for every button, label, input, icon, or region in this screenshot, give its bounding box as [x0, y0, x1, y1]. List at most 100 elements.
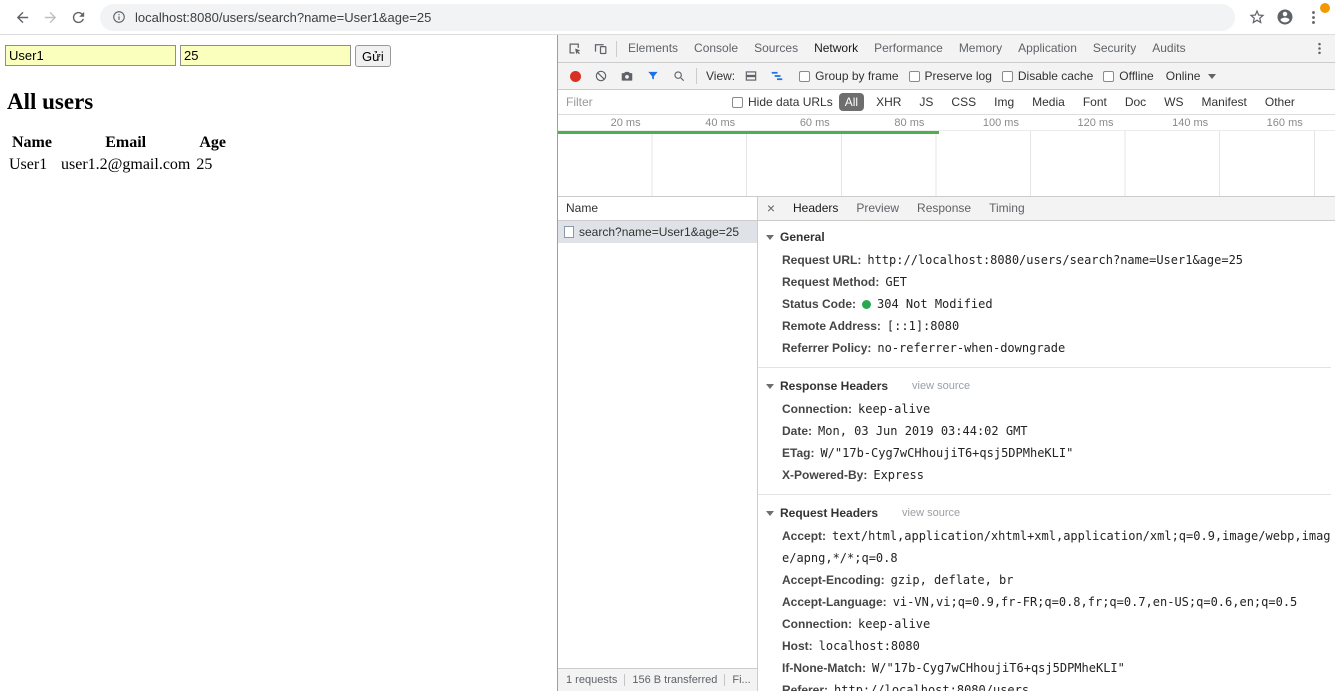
header-x-powered-by: X-Powered-By: Express [782, 468, 924, 482]
group-by-frame-checkbox[interactable]: Group by frame [799, 69, 899, 83]
section-general[interactable]: General [764, 225, 1331, 249]
view-label: View: [706, 69, 736, 83]
filter-pill-doc[interactable]: Doc [1119, 93, 1152, 111]
header-date: Date: Mon, 03 Jun 2019 03:44:02 GMT [782, 424, 1028, 438]
timeline-tick: 100 ms [982, 117, 1019, 129]
device-toolbar-button[interactable] [587, 36, 613, 62]
network-filter-bar: Hide data URLs All XHR JS CSS Img Media … [558, 90, 1335, 115]
overview-toggle-button[interactable] [765, 64, 789, 88]
requests-empty-area [558, 243, 757, 668]
bookmark-star-button[interactable] [1243, 3, 1271, 31]
search-button[interactable] [667, 64, 691, 88]
header-connection-req: Connection: keep-alive [782, 617, 931, 631]
star-icon [1249, 9, 1265, 24]
submit-button[interactable]: Gửi [355, 45, 391, 67]
disable-cache-checkbox[interactable]: Disable cache [1001, 69, 1093, 83]
detail-tab-preview[interactable]: Preview [847, 197, 908, 220]
timeline-grid[interactable] [558, 131, 1335, 196]
network-summary-bar: 1 requests 156 B transferred Fi... [558, 668, 757, 691]
inspect-button[interactable] [561, 36, 587, 62]
view-source-link[interactable]: view source [902, 507, 960, 519]
detail-tab-timing[interactable]: Timing [980, 197, 1034, 220]
filter-input[interactable] [566, 95, 726, 109]
tab-memory[interactable]: Memory [951, 35, 1010, 62]
site-info-icon[interactable] [112, 10, 126, 24]
browser-toolbar: localhost:8080/users/search?name=User1&a… [0, 0, 1335, 35]
requests-name-column-header[interactable]: Name [558, 197, 757, 221]
search-icon [674, 71, 685, 82]
header-request-url: Request URL: http://localhost:8080/users/… [782, 253, 1244, 267]
filter-pill-font[interactable]: Font [1077, 93, 1113, 111]
screenshot-button[interactable] [615, 64, 639, 88]
section-divider [758, 494, 1331, 495]
request-row[interactable]: search?name=User1&age=25 [558, 221, 757, 243]
filter-pill-xhr[interactable]: XHR [870, 93, 907, 111]
devtools-menu-button[interactable] [1306, 36, 1332, 62]
profile-button[interactable] [1271, 3, 1299, 31]
clear-button[interactable] [589, 64, 613, 88]
filter-pill-ws[interactable]: WS [1158, 93, 1189, 111]
avatar-icon [1277, 9, 1293, 25]
tab-audits[interactable]: Audits [1144, 35, 1193, 62]
separator [616, 40, 617, 57]
detail-tab-response[interactable]: Response [908, 197, 980, 220]
hide-data-urls-checkbox[interactable]: Hide data URLs [732, 95, 833, 109]
waterfall-icon [771, 71, 783, 81]
cell-age: 25 [196, 156, 213, 173]
timeline-overview[interactable]: 20 ms 40 ms 60 ms 80 ms 100 ms 120 ms 14… [558, 115, 1335, 197]
filter-pill-js[interactable]: JS [913, 93, 939, 111]
offline-checkbox[interactable]: Offline [1103, 69, 1154, 83]
chevron-down-icon [1208, 73, 1217, 79]
timeline-tick: 160 ms [1266, 117, 1303, 129]
header-referrer-policy: Referrer Policy: no-referrer-when-downgra… [782, 341, 1066, 355]
filter-pill-other[interactable]: Other [1259, 93, 1301, 111]
checkbox-icon [799, 70, 811, 82]
cell-name: User1 [9, 156, 48, 173]
headers-content: General Request URL: http://localhost:808… [758, 221, 1335, 691]
header-accept-language: Accept-Language: vi-VN,vi;q=0.9,fr-FR;q=0… [782, 595, 1298, 609]
kebab-menu-icon [1311, 10, 1315, 24]
reload-button[interactable] [64, 3, 92, 31]
tab-elements[interactable]: Elements [620, 35, 686, 62]
section-request-headers[interactable]: Request Headers view source [764, 501, 1331, 525]
section-response-headers[interactable]: Response Headers view source [764, 374, 1331, 398]
requests-list: Name search?name=User1&age=25 1 requests… [558, 197, 758, 691]
tab-performance[interactable]: Performance [866, 35, 951, 62]
throttling-value: Online [1165, 69, 1201, 83]
timeline-green-bar [558, 131, 939, 134]
reload-icon [72, 11, 84, 23]
view-source-link[interactable]: view source [912, 380, 970, 392]
camera-icon [621, 71, 633, 81]
filter-pill-all[interactable]: All [838, 93, 865, 111]
timeline-tick: 120 ms [1077, 117, 1114, 129]
triangle-down-icon [766, 383, 774, 389]
triangle-down-icon [766, 234, 774, 240]
record-button[interactable] [563, 64, 587, 88]
detail-tab-headers[interactable]: Headers [784, 197, 847, 220]
rows-icon [745, 71, 757, 81]
filter-pill-img[interactable]: Img [988, 93, 1020, 111]
tab-sources[interactable]: Sources [746, 35, 806, 62]
filter-toggle-button[interactable] [641, 64, 665, 88]
tab-application[interactable]: Application [1010, 35, 1085, 62]
separator [696, 68, 697, 84]
large-rows-button[interactable] [739, 64, 763, 88]
filter-pill-media[interactable]: Media [1026, 93, 1071, 111]
name-input[interactable] [5, 45, 176, 66]
tab-security[interactable]: Security [1085, 35, 1144, 62]
timeline-tick: 40 ms [705, 117, 736, 129]
filter-pill-css[interactable]: CSS [945, 93, 982, 111]
header-connection: Connection: keep-alive [782, 402, 931, 416]
browser-menu-button[interactable] [1299, 3, 1330, 31]
close-details-button[interactable]: × [758, 197, 784, 220]
throttling-dropdown[interactable]: Online [1166, 69, 1217, 83]
back-button[interactable] [8, 3, 36, 31]
url-bar[interactable]: localhost:8080/users/search?name=User1&a… [100, 3, 1235, 31]
timeline-tick: 20 ms [610, 117, 641, 129]
tab-console[interactable]: Console [686, 35, 746, 62]
preserve-log-checkbox[interactable]: Preserve log [908, 69, 992, 83]
forward-button[interactable] [36, 3, 64, 31]
filter-pill-manifest[interactable]: Manifest [1196, 93, 1253, 111]
age-input[interactable] [180, 45, 351, 66]
tab-network[interactable]: Network [806, 35, 866, 62]
